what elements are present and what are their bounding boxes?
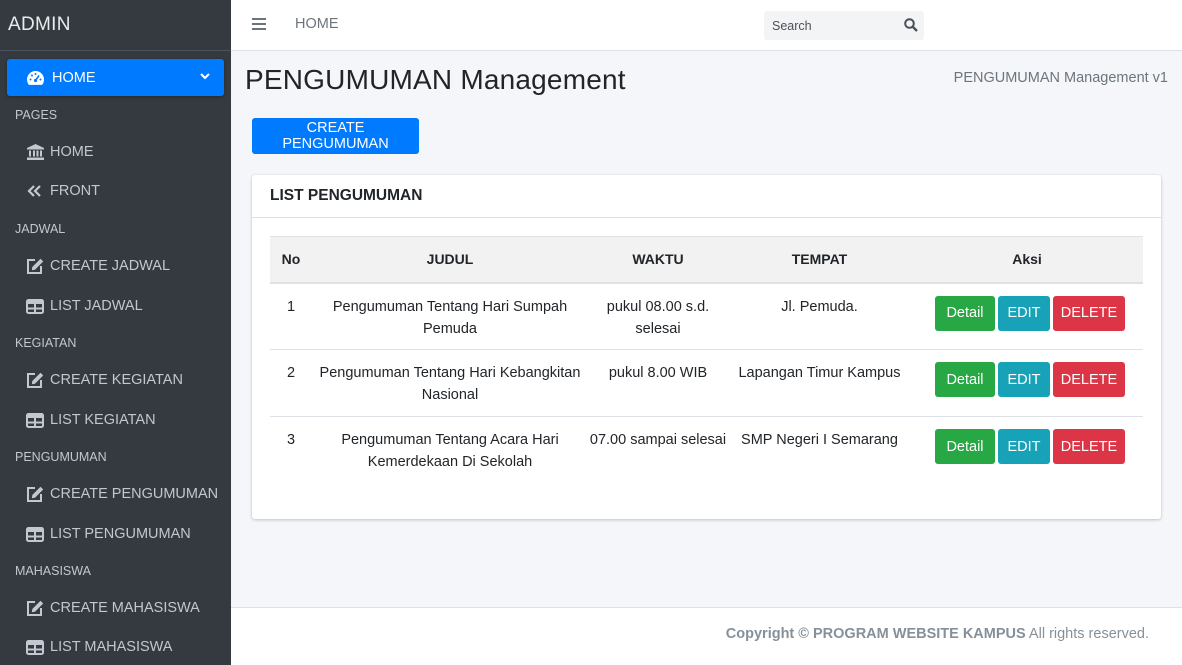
section-header-mahasiswa: MAHASISWA [15, 564, 91, 578]
footer-text: Copyright © PROGRAM WEBSITE KAMPUS All r… [726, 626, 1149, 642]
topbar-home-link[interactable]: HOME [295, 16, 339, 32]
sidebar-item-label: CREATE JADWAL [50, 258, 171, 274]
delete-button[interactable]: DELETE [1053, 362, 1125, 397]
edit-button[interactable]: EDIT [998, 429, 1050, 464]
section-header-kegiatan: KEGIATAN [15, 336, 77, 350]
chevron-down-icon[interactable] [198, 69, 212, 83]
sidebar-item-list-mahasiswa[interactable]: LIST MAHASISWA [26, 634, 172, 660]
cell-tempat: SMP Negeri I Semarang [741, 432, 898, 448]
edit-icon [26, 371, 44, 389]
section-header-pages: PAGES [15, 108, 58, 122]
column-header-tempat: TEMPAT [728, 236, 911, 284]
page-version: PENGUMUMAN Management v1 [953, 70, 1168, 86]
sidebar-item-label: HOME [52, 69, 96, 86]
edit-icon [26, 257, 44, 275]
list-card: LIST PENGUMUMAN No JUDUL WAKTU TEMPAT Ak… [252, 175, 1161, 519]
detail-button[interactable]: Detail [935, 429, 995, 464]
cell-judul: Pengumuman Tentang Acara Hari Kemerdekaa… [341, 432, 559, 470]
table-row: 2 Pengumuman Tentang Hari Kebangkitan Na… [270, 350, 1143, 417]
delete-button[interactable]: DELETE [1053, 295, 1125, 331]
sidebar-item-create-mahasiswa[interactable]: CREATE MAHASISWA [26, 595, 200, 621]
sidebar-item-front[interactable]: FRONT [26, 178, 100, 204]
footer: Copyright © PROGRAM WEBSITE KAMPUS All r… [231, 607, 1182, 665]
detail-button[interactable]: Detail [935, 295, 995, 331]
sidebar-item-list-pengumuman[interactable]: LIST PENGUMUMAN [26, 521, 191, 547]
sidebar-item-create-pengumuman[interactable]: CREATE PENGUMUMAN [26, 481, 218, 507]
table-header-row: No JUDUL WAKTU TEMPAT Aksi [270, 236, 1143, 284]
sidebar-item-label: LIST MAHASISWA [50, 639, 173, 655]
cell-no: 3 [286, 432, 296, 448]
sidebar: ADMIN HOME PAGES HOME FRONT JADWAL CREAT… [0, 0, 231, 665]
dashboard-icon [25, 68, 45, 88]
sidebar-item-home[interactable]: HOME [26, 139, 94, 165]
cell-aksi: Detail EDIT DELETE [911, 283, 1143, 350]
delete-button[interactable]: DELETE [1053, 429, 1125, 464]
rights-text: All rights reserved. [1028, 626, 1149, 642]
column-header-judul: JUDUL [312, 236, 588, 284]
cell-aksi: Detail EDIT DELETE [911, 350, 1143, 417]
sidebar-item-label: LIST KEGIATAN [50, 412, 156, 428]
cell-judul: Pengumuman Tentang Hari Sumpah Pemuda [332, 298, 568, 337]
table-icon [26, 297, 44, 315]
cell-judul: Pengumuman Tentang Hari Kebangkitan Nasi… [319, 365, 581, 403]
section-header-jadwal: JADWAL [15, 222, 66, 236]
sidebar-item-label: CREATE PENGUMUMAN [50, 486, 219, 502]
table-row: 3 Pengumuman Tentang Acara Hari Kemerdek… [270, 417, 1143, 484]
cell-no: 2 [286, 365, 296, 381]
cell-no: 1 [286, 298, 296, 315]
page-title: PENGUMUMAN Management [245, 64, 626, 95]
cell-tempat: Jl. Pemuda. [781, 298, 858, 315]
detail-button[interactable]: Detail [935, 362, 995, 397]
cell-aksi: Detail EDIT DELETE [911, 417, 1143, 484]
edit-icon [26, 485, 44, 503]
table-icon [26, 525, 44, 543]
column-header-no: No [270, 236, 312, 284]
sidebar-item-label: CREATE KEGIATAN [50, 372, 183, 388]
table-row: 1 Pengumuman Tentang Hari Sumpah Pemuda … [270, 283, 1143, 350]
edit-button[interactable]: EDIT [998, 362, 1050, 397]
sidebar-item-label: FRONT [50, 183, 100, 199]
sidebar-item-label: LIST PENGUMUMAN [50, 526, 191, 542]
column-header-waktu: WAKTU [588, 236, 728, 284]
create-pengumuman-button[interactable]: CREATE PENGUMUMAN [252, 118, 419, 154]
copyright-text: Copyright © PROGRAM WEBSITE KAMPUS [725, 626, 1026, 642]
table-icon [26, 411, 44, 429]
cell-waktu: pukul 08.00 s.d. selesai [606, 298, 710, 337]
brand-logo[interactable]: ADMIN [0, 0, 231, 51]
table-icon [26, 638, 44, 656]
cell-waktu: 07.00 sampai selesai [589, 432, 727, 448]
sidebar-item-list-jadwal[interactable]: LIST JADWAL [26, 293, 143, 319]
edit-icon [26, 599, 44, 617]
top-navbar: HOME [231, 0, 1182, 51]
section-header-pengumuman: PENGUMUMAN [15, 450, 107, 464]
sidebar-item-create-kegiatan[interactable]: CREATE KEGIATAN [26, 367, 183, 393]
card-title: LIST PENGUMUMAN [252, 175, 1161, 218]
sidebar-item-label: HOME [50, 144, 94, 160]
cell-tempat: Lapangan Timur Kampus [738, 365, 901, 381]
angle-double-left-icon [26, 182, 44, 200]
sidebar-item-label: CREATE MAHASISWA [50, 600, 200, 616]
edit-button[interactable]: EDIT [998, 295, 1050, 331]
column-header-aksi: Aksi [911, 236, 1143, 284]
search-box [764, 11, 924, 40]
bank-icon [26, 143, 44, 161]
pengumuman-table: No JUDUL WAKTU TEMPAT Aksi 1 Pengumuman … [270, 236, 1143, 484]
search-input[interactable] [764, 11, 894, 40]
menu-toggle-icon[interactable] [252, 17, 266, 31]
search-icon[interactable] [904, 18, 918, 32]
sidebar-item-label: LIST JADWAL [50, 298, 143, 314]
sidebar-item-home-active[interactable]: HOME [7, 59, 224, 96]
cell-waktu: pukul 8.00 WIB [608, 365, 708, 381]
sidebar-item-create-jadwal[interactable]: CREATE JADWAL [26, 253, 170, 279]
sidebar-item-list-kegiatan[interactable]: LIST KEGIATAN [26, 407, 156, 433]
